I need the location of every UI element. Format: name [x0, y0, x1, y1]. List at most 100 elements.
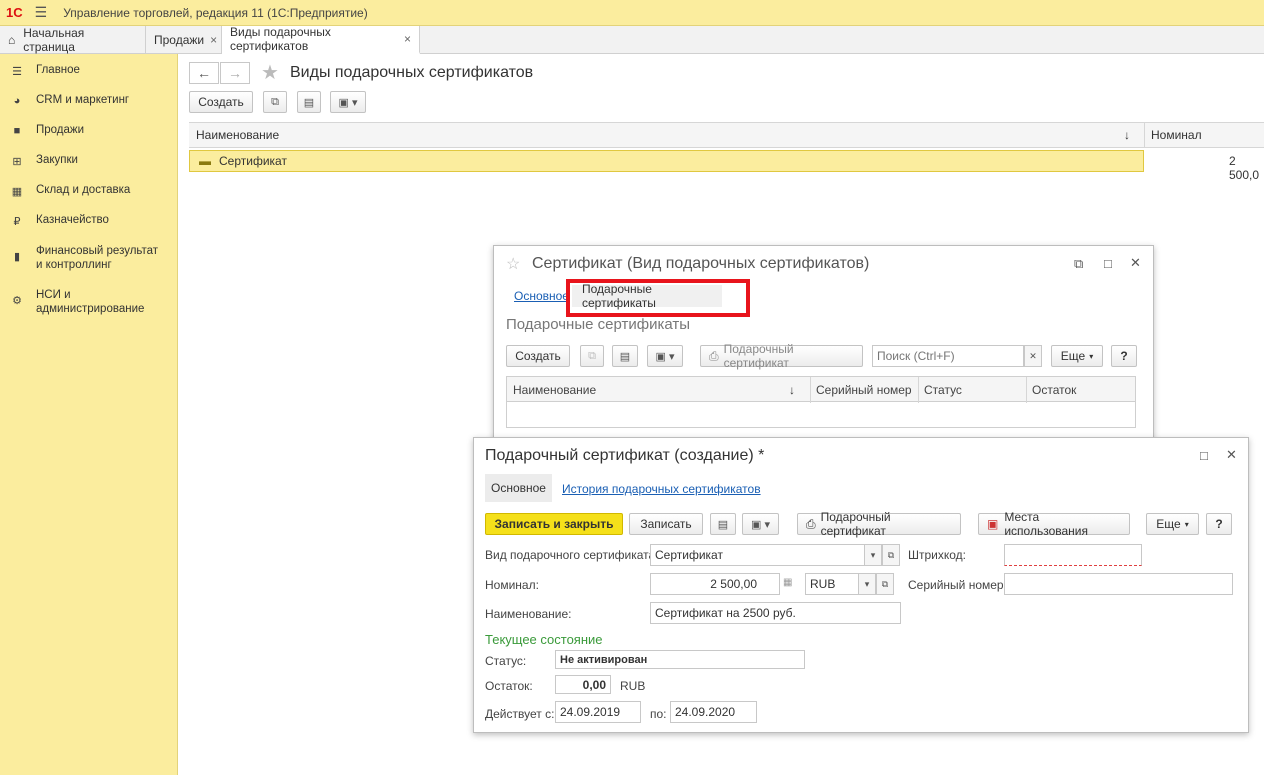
save-button[interactable]: Записать [629, 513, 703, 535]
close-icon[interactable]: ✕ [1130, 255, 1141, 271]
link-icon[interactable]: ⧉ [1074, 256, 1083, 272]
valid-from-label: Действует с: [485, 707, 555, 721]
balance-label: Остаток: [485, 679, 533, 693]
column-header-serial[interactable]: Серийный номер [810, 377, 919, 403]
home-icon: ⌂ [8, 33, 16, 47]
item-marker-icon: ▬ [199, 154, 211, 168]
valid-from-field[interactable]: 24.09.2019 [555, 701, 641, 723]
grid-empty-row [506, 402, 1136, 428]
search-input[interactable] [872, 345, 1024, 367]
status-value: Не активирован [555, 650, 805, 669]
tab-history[interactable]: История подарочных сертификатов [562, 482, 761, 496]
column-header-nominal[interactable]: Номинал [1151, 128, 1202, 142]
arrow-right-icon: → [228, 65, 242, 81]
column-header-balance[interactable]: Остаток [1026, 377, 1136, 403]
column-header-name[interactable]: Наименование [507, 377, 811, 403]
name-input[interactable]: Сертификат на 2500 руб. [650, 602, 901, 624]
help-button[interactable]: ? [1206, 513, 1232, 535]
sidebar-item-admin[interactable]: ⚙ НСИ и администрирование [0, 288, 178, 316]
sidebar-item-treasury[interactable]: ₽ Казначейство [0, 214, 178, 228]
button-label: Еще [1156, 517, 1181, 531]
favorite-star-icon[interactable]: ★ [261, 60, 279, 85]
barcode-input[interactable] [1004, 544, 1142, 566]
list-icon: ☰ [12, 65, 22, 78]
sidebar-item-label: Финансовый результат и контроллинг [36, 245, 159, 271]
more-button[interactable]: Еще ▾ [1051, 345, 1103, 367]
document-icon[interactable]: ▤ [297, 91, 321, 113]
sidebar-item-main[interactable]: ☰ Главное [0, 64, 178, 78]
back-button[interactable]: ← [189, 62, 219, 84]
maximize-icon[interactable]: □ [1200, 448, 1208, 463]
tab-home[interactable]: ⌂ Начальная страница [0, 26, 146, 54]
valid-to-field[interactable]: 24.09.2020 [670, 701, 757, 723]
copy-icon[interactable]: ⧉ [263, 91, 287, 113]
close-icon[interactable]: × [404, 32, 411, 46]
usage-places-button[interactable]: ▣ Места использования [978, 510, 1130, 538]
button-label: Подарочный сертификат [723, 342, 794, 370]
tab-gift-cert-kinds[interactable]: Виды подарочных сертификатов × [222, 25, 420, 54]
open-icon[interactable]: ⧉ [882, 544, 900, 566]
cart-icon: ⊞ [12, 155, 22, 168]
document-icon[interactable]: ▤ [612, 345, 638, 367]
help-button[interactable]: ? [1111, 345, 1137, 367]
document-icon[interactable]: ▤ [710, 513, 736, 535]
sidebar-item-warehouse[interactable]: ▦ Склад и доставка [0, 184, 178, 198]
tab-label: Начальная страница [23, 26, 85, 54]
tab-main[interactable]: Основное [485, 474, 552, 502]
ruble-icon: ₽ [13, 215, 21, 228]
print-menu-icon[interactable]: ▣ ▾ [742, 513, 779, 535]
warehouse-icon: ▦ [11, 185, 23, 198]
copy-icon[interactable]: ⧉ [580, 345, 604, 367]
sort-arrow-icon[interactable]: ↓ [1124, 128, 1130, 142]
button-label: Еще [1060, 349, 1086, 363]
grid-header: Наименование ↓ Серийный номер Статус Ост… [506, 376, 1136, 403]
column-header-status[interactable]: Статус [918, 377, 1027, 403]
column-header-name[interactable]: Наименование [196, 128, 279, 142]
currency-field[interactable]: RUB [805, 573, 859, 595]
sidebar-item-crm[interactable]: ◕ CRM и маркетинг [0, 94, 178, 108]
gift-certificate-button[interactable]: ⎙ Подарочный сертификат [700, 342, 863, 370]
sidebar-item-sales[interactable]: ■ Продажи [0, 124, 178, 138]
save-and-close-button[interactable]: Записать и закрыть [485, 513, 623, 535]
create-button[interactable]: Создать [506, 345, 570, 367]
dropdown-icon[interactable]: ▾ [864, 544, 882, 566]
create-button[interactable]: Создать [189, 91, 253, 113]
serial-input[interactable] [1004, 573, 1233, 595]
state-section-title: Текущее состояние [485, 632, 603, 647]
close-icon[interactable]: × [210, 33, 217, 47]
print-menu-icon[interactable]: ▣ ▾ [647, 345, 683, 367]
tabs-bar: ⌂ Начальная страница Продажи × Виды пода… [0, 25, 1264, 54]
highlight-frame [566, 279, 750, 317]
calculator-icon[interactable]: ▦ [783, 577, 792, 588]
sidebar-item-label: Казначейство [36, 214, 109, 226]
close-icon[interactable]: ✕ [1226, 447, 1237, 463]
cert-kind-window: ☆ Сертификат (Вид подарочных сертификато… [493, 245, 1154, 445]
tab-label: Виды подарочных сертификатов [230, 25, 331, 53]
kind-field[interactable]: Сертификат [650, 544, 865, 566]
menu-icon[interactable]: ☰ [35, 4, 48, 21]
sidebar-item-finance[interactable]: ▮ Финансовый результат и контроллинг [0, 244, 178, 272]
forward-button[interactable]: → [220, 62, 250, 84]
print-menu-icon[interactable]: ▣ ▾ [330, 91, 366, 113]
row-nominal: 2 500,0 [1229, 154, 1260, 182]
print-icon: ⎙ [806, 516, 816, 531]
window-title: Сертификат (Вид подарочных сертификатов) [532, 255, 870, 272]
tab-main[interactable]: Основное [514, 289, 569, 303]
tab-label: Основное [491, 481, 546, 495]
favorite-star-icon[interactable]: ☆ [506, 254, 520, 274]
sidebar-item-purchases[interactable]: ⊞ Закупки [0, 154, 178, 168]
print-icon: ⎙ [709, 348, 719, 363]
sort-arrow-icon[interactable]: ↓ [789, 383, 795, 397]
sidebar-item-label: Закупки [36, 154, 78, 166]
nominal-label: Номинал: [485, 578, 539, 592]
more-button[interactable]: Еще ▾ [1146, 513, 1199, 535]
clear-search-icon[interactable]: ✕ [1024, 345, 1042, 367]
gift-certificate-button[interactable]: ⎙ Подарочный сертификат [797, 510, 961, 538]
open-icon[interactable]: ⧉ [876, 573, 894, 595]
sidebar-item-label: Главное [36, 64, 80, 76]
tab-sales[interactable]: Продажи × [146, 26, 222, 54]
nominal-input[interactable]: 2 500,00 [650, 573, 780, 595]
dropdown-icon[interactable]: ▾ [858, 573, 876, 595]
maximize-icon[interactable]: □ [1104, 256, 1112, 271]
table-row[interactable]: ▬ Сертификат [189, 150, 1144, 172]
